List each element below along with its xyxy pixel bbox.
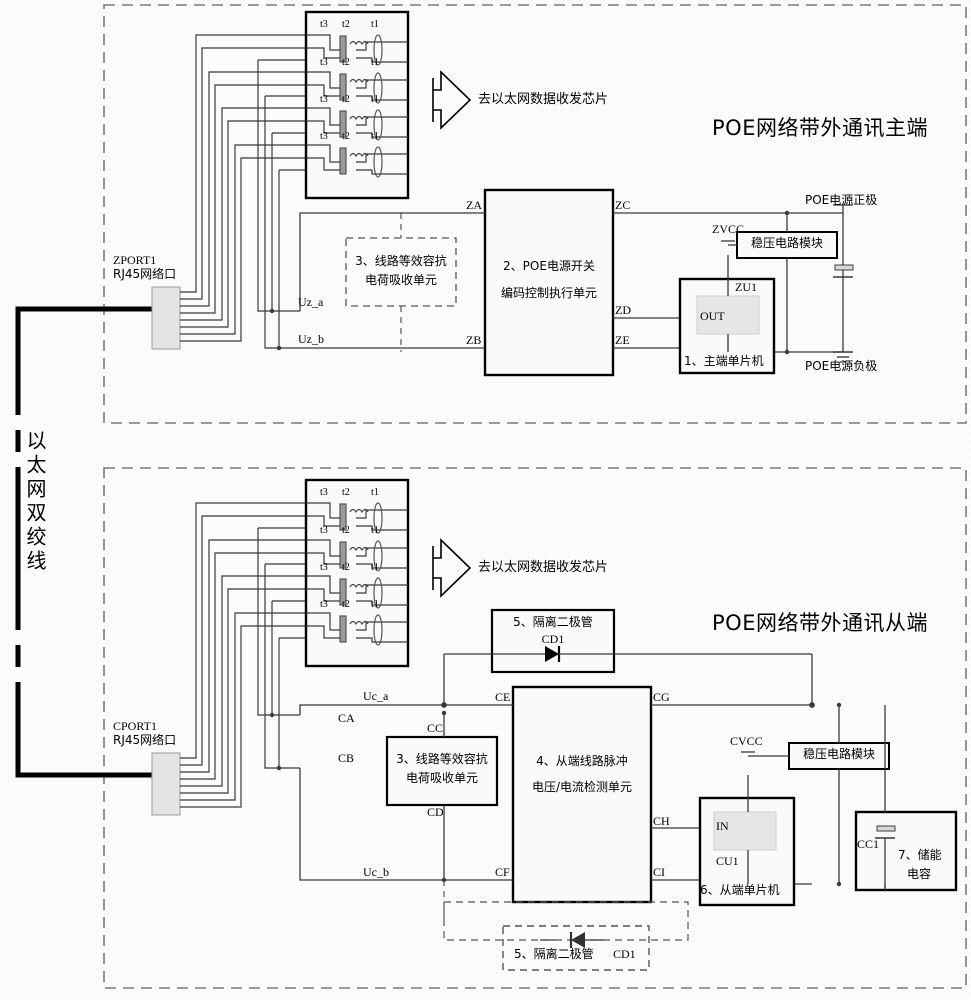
top-mcu-ref: ZU1 bbox=[735, 280, 757, 294]
bottom-tap-t1-row2: t1 bbox=[371, 525, 379, 536]
bottom-tap-t3-row4: t3 bbox=[320, 599, 328, 610]
bottom-net-ci: CI bbox=[653, 865, 665, 879]
top-tap-t2-row3: t2 bbox=[342, 94, 350, 105]
bottom-regulator-label: 稳压电路模块 bbox=[802, 747, 875, 761]
zport1-rj45-connector bbox=[151, 286, 181, 350]
top-tap-t2-row4: t2 bbox=[342, 131, 350, 142]
top-tap-t3-row2: t3 bbox=[320, 57, 328, 68]
ethernet-cable-label: 以太网双绞线 bbox=[23, 430, 47, 574]
top-net-zd: ZD bbox=[615, 303, 631, 317]
bottom-absorb-unit-line2: 电荷吸收单元 bbox=[405, 771, 478, 785]
top-net-uz-a: Uz_a bbox=[298, 295, 324, 309]
top-poe-positive-label: POE电源正极 bbox=[805, 193, 878, 207]
top-switch-unit-line2: 编码控制执行单元 bbox=[500, 286, 597, 300]
circuit-schematic bbox=[0, 0, 971, 1000]
top-tap-t3-row1: t3 bbox=[320, 19, 328, 30]
top-tap-t2-row2: t2 bbox=[342, 57, 350, 68]
bottom-tap-t2-row2: t2 bbox=[342, 525, 350, 536]
top-tap-t3-row3: t3 bbox=[320, 94, 328, 105]
bottom-net-ch: CH bbox=[653, 814, 670, 828]
top-switch-unit-line1: 2、POE电源开关 bbox=[503, 259, 595, 273]
bottom-net-cf: CF bbox=[495, 865, 510, 879]
bottom-tap-t2-row3: t2 bbox=[342, 562, 350, 573]
bottom-mcu-label: 6、从端单片机 bbox=[700, 883, 780, 897]
bottom-net-uc-b: Uc_b bbox=[363, 865, 389, 879]
bottom-diode-lower-ref: CD1 bbox=[613, 947, 636, 961]
bottom-net-cg: CG bbox=[653, 690, 670, 704]
bottom-net-cb: CB bbox=[338, 751, 355, 765]
top-mcu-label: 1、主端单片机 bbox=[684, 354, 764, 368]
top-switch-unit-box bbox=[483, 188, 615, 377]
bottom-net-cc: CC bbox=[427, 721, 444, 735]
diagram-canvas: POE网络带外通讯主端 去以太网数据收发芯片 以太网双绞线 ZPORT1 RJ4… bbox=[0, 0, 971, 1000]
bottom-net-ce: CE bbox=[495, 690, 511, 704]
bottom-diode-lower-label: 5、隔离二极管 bbox=[514, 947, 594, 961]
bottom-tap-t1-row3: t1 bbox=[371, 562, 379, 573]
bottom-storage-cap-line1: 7、储能 bbox=[898, 848, 942, 862]
cport1-desc-label: RJ45网络口 bbox=[113, 733, 177, 747]
bottom-storage-cap-line2: 电容 bbox=[907, 867, 932, 881]
top-net-za: ZA bbox=[466, 198, 482, 212]
bottom-absorb-unit-line1: 3、线路等效容抗 bbox=[396, 752, 488, 766]
bottom-section-title: POE网络带外通讯从端 bbox=[712, 611, 928, 635]
top-net-zb: ZB bbox=[466, 333, 482, 347]
cport1-ref-label: CPORT1 bbox=[113, 719, 157, 733]
zport1-desc-label: RJ45网络口 bbox=[113, 267, 177, 281]
bottom-tap-t3-row2: t3 bbox=[320, 525, 328, 536]
top-absorb-unit-line1: 3、线路等效容抗 bbox=[355, 254, 447, 268]
bottom-detect-unit-box bbox=[511, 685, 653, 904]
bottom-phy-arrow-label: 去以太网数据收发芯片 bbox=[478, 560, 609, 575]
top-rail-zvcc: ZVCC bbox=[712, 222, 745, 236]
top-tap-t2-row1: t2 bbox=[342, 19, 350, 30]
top-absorb-unit-line2: 电荷吸收单元 bbox=[364, 273, 437, 287]
top-tap-t3-row4: t3 bbox=[320, 131, 328, 142]
top-tap-t1-row3: t1 bbox=[371, 94, 379, 105]
bottom-tap-t2-row1: t2 bbox=[342, 487, 350, 498]
bottom-diode-upper-label: 5、隔离二极管 bbox=[513, 615, 593, 629]
bottom-storage-cap-ref: CC1 bbox=[857, 837, 880, 851]
bottom-tap-t2-row4: t2 bbox=[342, 599, 350, 610]
cport1-rj45-connector bbox=[151, 752, 181, 816]
top-tap-t1-row1: t1 bbox=[371, 19, 379, 30]
top-tap-t1-row4: t1 bbox=[371, 131, 379, 142]
bottom-net-cd: CD bbox=[427, 805, 444, 819]
top-net-zc: ZC bbox=[615, 198, 631, 212]
zport1-ref-label: ZPORT1 bbox=[113, 253, 157, 267]
top-regulator-label: 稳压电路模块 bbox=[750, 236, 823, 250]
bottom-rail-cvcc: CVCC bbox=[730, 734, 763, 748]
top-section-title: POE网络带外通讯主端 bbox=[712, 116, 928, 140]
bottom-tap-t3-row3: t3 bbox=[320, 562, 328, 573]
top-net-uz-b: Uz_b bbox=[298, 332, 324, 346]
top-tap-t1-row2: t1 bbox=[371, 57, 379, 68]
bottom-detect-unit-line2: 电压/电流检测单元 bbox=[531, 780, 633, 794]
top-net-ze: ZE bbox=[615, 333, 630, 347]
top-phy-arrow-label: 去以太网数据收发芯片 bbox=[478, 92, 609, 107]
bottom-tap-t3-row1: t3 bbox=[320, 487, 328, 498]
bottom-tap-t1-row4: t1 bbox=[371, 599, 379, 610]
bottom-net-ca: CA bbox=[338, 711, 355, 725]
bottom-diode-upper-ref: CD1 bbox=[541, 632, 565, 646]
bottom-tap-t1-row1: t1 bbox=[371, 487, 379, 498]
top-poe-negative-label: POE电源负极 bbox=[805, 359, 878, 373]
bottom-detect-unit-line1: 4、从端线路脉冲 bbox=[536, 754, 628, 768]
bottom-net-uc-a: Uc_a bbox=[363, 689, 389, 703]
bottom-mcu-ref: CU1 bbox=[716, 854, 739, 868]
top-mcu-out-pin: OUT bbox=[700, 309, 725, 323]
bottom-mcu-in-pin: IN bbox=[716, 819, 729, 833]
